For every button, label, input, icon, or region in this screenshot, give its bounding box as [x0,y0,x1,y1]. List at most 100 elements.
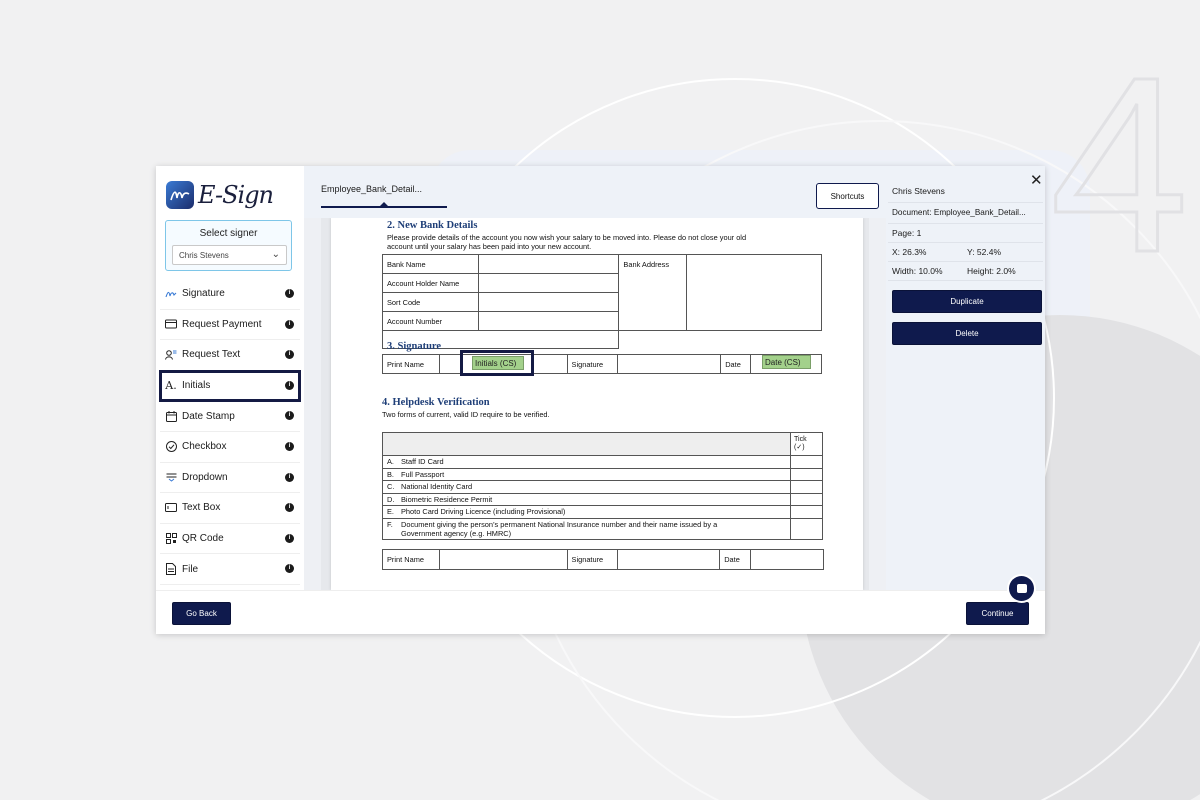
properties-panel: ✕ Chris Stevens Document: Employee_Bank_… [886,166,1045,590]
tool-request-payment[interactable]: Request Payment i [160,310,300,341]
signer-dropdown-value: Chris Stevens [179,251,229,260]
bank-row-value[interactable] [477,254,620,274]
section-3-title: 3. Signature [387,341,442,352]
qr-code-icon [165,533,177,545]
property-width: Width: 10.0% [892,266,943,276]
tool-initials[interactable]: A. Initials i [159,369,301,403]
tick-header: Tick (✓) [790,432,823,456]
esign-window: E-Sign Select signer Chris Stevens ⌄ Sig… [156,166,1045,634]
date-field[interactable]: Date (CS) [762,355,811,369]
id-row: B. Full Passport [381,467,792,481]
tool-label: Checkbox [182,441,227,453]
credit-card-icon [165,318,177,330]
tool-text-box[interactable]: Text Box i [160,493,300,524]
id-row-tick[interactable] [790,455,823,469]
tool-dropdown[interactable]: Dropdown i [160,463,300,494]
bank-row-label: Account Number [382,311,479,331]
info-icon[interactable]: i [285,472,294,482]
chat-icon[interactable] [1009,576,1034,601]
verify-print-name-value[interactable] [438,549,568,570]
id-row-text: Biometric Residence Permit [401,494,493,504]
section-4-text: Two forms of current, valid ID require t… [382,410,550,419]
close-icon[interactable]: ✕ [1030,171,1043,189]
sig-signature-value[interactable] [617,354,722,374]
id-row-text-2: Government agency (e.g. HMRC) [401,528,512,538]
id-row: E. Photo Card Driving Licence (including … [381,505,792,519]
bank-row-value[interactable] [477,311,620,331]
info-icon[interactable]: i [285,411,294,421]
sig-date-label: Date [720,354,752,374]
info-icon[interactable]: i [285,441,294,451]
verify-date-label: Date [719,549,752,570]
info-icon[interactable]: i [285,289,294,298]
divider [888,242,1043,243]
signature-table: Print Name Signature Date [382,354,822,374]
id-row-letter: A. [387,457,394,467]
divider [888,202,1043,203]
info-icon[interactable]: i [285,350,294,360]
document-viewer[interactable]: 2. New Bank Details Please provide detai… [321,218,869,590]
tool-label: Initials [182,380,211,392]
document-page[interactable]: 2. New Bank Details Please provide detai… [331,218,863,590]
bank-address-value[interactable] [686,254,822,331]
bank-row-value[interactable] [477,292,620,312]
duplicate-button[interactable]: Duplicate [892,290,1042,313]
bank-row-label: Sort Code [382,292,479,312]
info-icon[interactable]: i [285,533,294,543]
id-row-letter: D. [387,494,395,504]
bank-row-value[interactable] [477,273,620,293]
tick-header-label: Tick [794,436,807,443]
logo-text: E-Sign [198,181,274,209]
tool-signature[interactable]: Signature i [160,279,300,310]
chevron-down-icon: ⌄ [271,249,280,260]
tool-qr-code[interactable]: QR Code i [160,524,300,555]
tab-document[interactable]: Employee_Bank_Detail... [321,184,422,194]
initials-field[interactable]: Initials (CS) [472,356,524,370]
signer-dropdown[interactable]: Chris Stevens ⌄ [172,245,287,265]
continue-button[interactable]: Continue [966,602,1029,625]
id-row-tick[interactable] [790,480,823,494]
id-row-tick[interactable] [790,467,823,481]
section-2-text-1: Please provide details of the account yo… [387,233,747,242]
go-back-button[interactable]: Go Back [172,602,231,625]
id-row-text: Staff ID Card [401,457,444,467]
id-row-tick[interactable] [790,492,823,506]
tool-date-stamp[interactable]: Date Stamp i [160,401,300,432]
id-row-letter: E. [387,507,394,517]
tool-request-text[interactable]: Request Text i [160,340,300,371]
sig-signature-label: Signature [566,354,619,374]
tool-file[interactable]: File i [160,554,300,585]
info-icon[interactable]: i [285,380,294,390]
tab-active-indicator [321,206,447,208]
verify-date-value[interactable] [750,549,824,570]
info-icon[interactable]: i [285,564,294,574]
delete-button[interactable]: Delete [892,322,1042,345]
id-row-tick[interactable] [790,505,823,519]
id-row-letter: C. [387,482,395,492]
tool-label: Text Box [182,502,221,514]
info-icon[interactable]: i [285,319,294,329]
divider [888,280,1043,281]
tick-header-symbol: (✓) [794,444,805,451]
dropdown-icon [165,471,177,483]
id-row-text: National Identity Card [401,482,473,492]
bank-row-label: Bank Name [382,254,479,274]
info-icon[interactable]: i [285,503,294,513]
id-header-blank [381,432,792,456]
tool-checkbox[interactable]: Checkbox i [160,432,300,463]
property-height: Height: 2.0% [967,266,1016,276]
tool-label: Dropdown [182,471,228,483]
shortcuts-button[interactable]: Shortcuts [816,183,879,209]
left-sidebar: E-Sign Select signer Chris Stevens ⌄ Sig… [156,166,304,590]
id-row-text: Document giving the person’s permanent N… [401,519,718,529]
document-tabbar: Employee_Bank_Detail... Shortcuts [304,166,886,218]
tool-label: Date Stamp [182,410,235,422]
file-icon [165,563,177,576]
tool-list: Signature i Request Payment i Request Te… [159,279,301,585]
verify-print-name-label: Print Name [382,549,440,570]
verify-signature-value[interactable] [616,549,721,570]
user-text-icon [165,349,177,361]
logo-mark-icon [166,181,194,209]
id-row-tick[interactable] [790,517,823,540]
property-signer: Chris Stevens [892,186,945,196]
